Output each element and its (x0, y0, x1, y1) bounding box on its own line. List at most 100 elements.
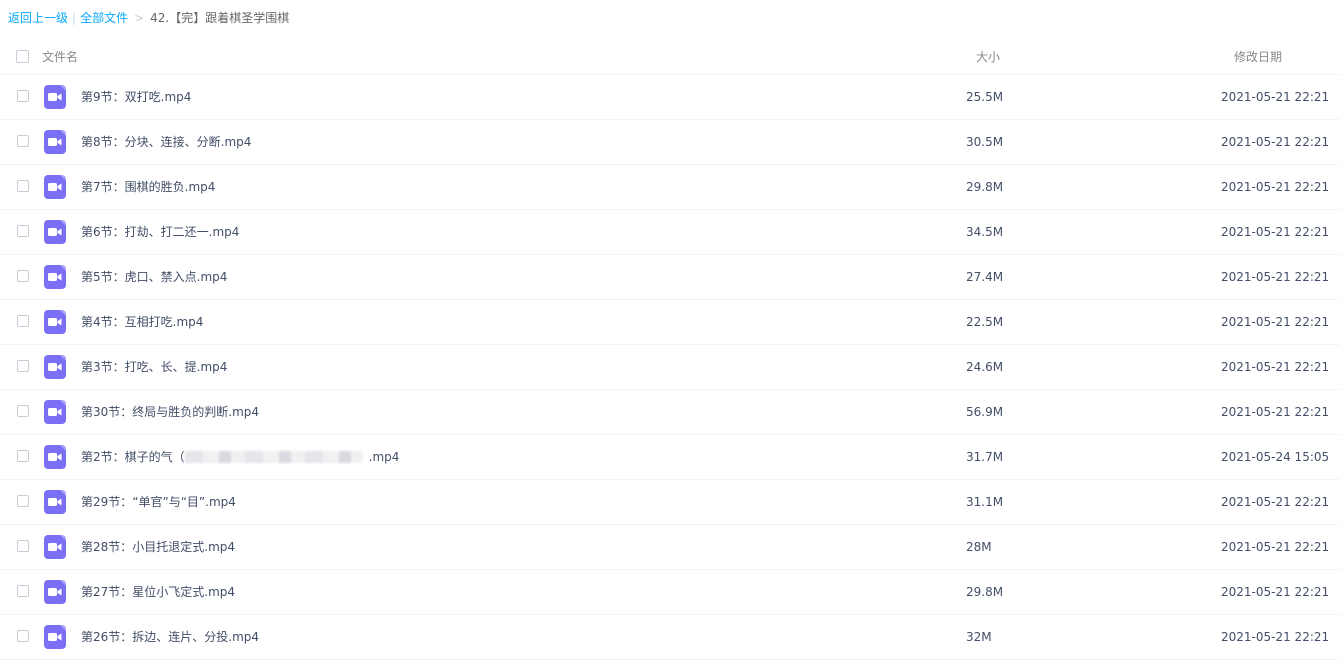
file-checkbox[interactable] (17, 585, 29, 597)
file-name[interactable]: 第2节：棋子的气（ .mp4 (81, 449, 399, 465)
file-checkbox[interactable] (17, 630, 29, 642)
file-name[interactable]: 第27节：星位小飞定式.mp4 (81, 584, 235, 600)
video-file-icon (44, 625, 66, 649)
file-modified-date: 2021-05-21 22:21 (1221, 225, 1330, 239)
redacted-text (184, 450, 363, 463)
file-modified-date: 2021-05-21 22:21 (1221, 585, 1330, 599)
file-row[interactable]: 第4节：互相打吃.mp4 22.5M 2021-05-21 22:21 (0, 300, 1340, 345)
file-modified-date: 2021-05-21 22:21 (1221, 360, 1330, 374)
file-name-text: 第29节：“单官”与“目”.mp4 (81, 495, 236, 509)
file-list-header: 文件名 大小 修改日期 (0, 38, 1340, 75)
file-name-text: 第27节：星位小飞定式.mp4 (81, 585, 236, 599)
file-row[interactable]: 第6节：打劫、打二还一.mp4 34.5M 2021-05-21 22:21 (0, 210, 1340, 255)
video-file-icon (44, 175, 66, 199)
file-size: 32M (966, 630, 992, 644)
file-size: 34.5M (966, 225, 1004, 239)
file-size: 24.6M (966, 360, 1004, 374)
file-checkbox[interactable] (17, 180, 29, 192)
file-row[interactable]: 第9节：双打吃.mp4 25.5M 2021-05-21 22:21 (0, 75, 1340, 120)
file-size: 31.7M (966, 450, 1004, 464)
file-checkbox[interactable] (17, 270, 29, 282)
file-name[interactable]: 第7节：围棋的胜负.mp4 (81, 179, 215, 195)
video-file-icon (44, 85, 66, 109)
file-checkbox[interactable] (17, 495, 29, 507)
file-size: 29.8M (966, 585, 1004, 599)
file-row[interactable]: 第30节：终局与胜负的判断.mp4 56.9M 2021-05-21 22:21 (0, 390, 1340, 435)
file-modified-date: 2021-05-21 22:21 (1221, 270, 1330, 284)
file-modified-date: 2021-05-21 22:21 (1221, 540, 1330, 554)
file-modified-date: 2021-05-21 22:21 (1221, 630, 1330, 644)
file-name-text: 第9节：双打吃.mp4 (81, 90, 192, 104)
select-all-checkbox[interactable] (16, 50, 29, 63)
file-name-text: 第5节：虎口、禁入点.mp4 (81, 270, 228, 284)
file-name-text: 第4节：互相打吃.mp4 (81, 315, 204, 329)
file-modified-date: 2021-05-21 22:21 (1221, 180, 1330, 194)
file-modified-date: 2021-05-21 22:21 (1221, 405, 1330, 419)
video-file-icon (44, 490, 66, 514)
video-file-icon (44, 130, 66, 154)
file-name[interactable]: 第4节：互相打吃.mp4 (81, 314, 203, 330)
file-name[interactable]: 第3节：打吃、长、提.mp4 (81, 359, 227, 375)
video-file-icon (44, 355, 66, 379)
file-row[interactable]: 第7节：围棋的胜负.mp4 29.8M 2021-05-21 22:21 (0, 165, 1340, 210)
video-file-icon (44, 535, 66, 559)
column-header-name[interactable]: 文件名 (42, 48, 78, 65)
all-files-link[interactable]: 全部文件 (80, 11, 128, 25)
video-file-icon (44, 310, 66, 334)
file-checkbox[interactable] (17, 360, 29, 372)
file-checkbox[interactable] (17, 90, 29, 102)
file-name[interactable]: 第5节：虎口、禁入点.mp4 (81, 269, 227, 285)
file-name-text: 第26节：拆边、连片、分投.mp4 (81, 630, 260, 644)
file-row[interactable]: 第5节：虎口、禁入点.mp4 27.4M 2021-05-21 22:21 (0, 255, 1340, 300)
file-size: 30.5M (966, 135, 1004, 149)
video-file-icon (44, 265, 66, 289)
file-name-text: 第6节：打劫、打二还一.mp4 (81, 225, 240, 239)
file-name[interactable]: 第26节：拆边、连片、分投.mp4 (81, 629, 259, 645)
file-name-text: 第8节：分块、连接、分断.mp4 (81, 135, 252, 149)
file-row[interactable]: 第8节：分块、连接、分断.mp4 30.5M 2021-05-21 22:21 (0, 120, 1340, 165)
file-size: 29.8M (966, 180, 1004, 194)
file-list: 第9节：双打吃.mp4 25.5M 2021-05-21 22:21 第8节：分块、连… (0, 75, 1340, 660)
file-name-text: 第30节：终局与胜负的判断.mp4 (81, 405, 260, 419)
file-row[interactable]: 第27节：星位小飞定式.mp4 29.8M 2021-05-21 22:21 (0, 570, 1340, 615)
video-file-icon (44, 400, 66, 424)
file-name-text: 第2节：棋子的气（ (81, 450, 185, 464)
video-file-icon (44, 580, 66, 604)
file-name[interactable]: 第28节：小目托退定式.mp4 (81, 539, 235, 555)
file-checkbox[interactable] (17, 135, 29, 147)
file-modified-date: 2021-05-21 22:21 (1221, 495, 1330, 509)
file-name[interactable]: 第8节：分块、连接、分断.mp4 (81, 134, 251, 150)
file-name-text: 第3节：打吃、长、提.mp4 (81, 360, 228, 374)
file-checkbox[interactable] (17, 315, 29, 327)
file-size: 28M (966, 540, 992, 554)
file-size: 31.1M (966, 495, 1004, 509)
file-name[interactable]: 第9节：双打吃.mp4 (81, 89, 191, 105)
file-checkbox[interactable] (17, 450, 29, 462)
file-modified-date: 2021-05-21 22:21 (1221, 90, 1330, 104)
file-name-text: 第28节：小目托退定式.mp4 (81, 540, 236, 554)
file-row[interactable]: 第3节：打吃、长、提.mp4 24.6M 2021-05-21 22:21 (0, 345, 1340, 390)
file-checkbox[interactable] (17, 540, 29, 552)
back-link[interactable]: 返回上一级 (8, 11, 68, 25)
file-name[interactable]: 第29节：“单官”与“目”.mp4 (81, 494, 236, 510)
file-name-text: 第7节：围棋的胜负.mp4 (81, 180, 216, 194)
breadcrumb-arrow-icon: > (134, 11, 145, 25)
file-size: 27.4M (966, 270, 1004, 284)
file-name[interactable]: 第30节：终局与胜负的判断.mp4 (81, 404, 259, 420)
file-row[interactable]: 第2节：棋子的气（ .mp4 31.7M 2021-05-24 15:05 (0, 435, 1340, 480)
file-name-suffix: .mp4 (368, 450, 400, 464)
breadcrumb: 返回上一级 | 全部文件 >42.【完】跟着棋圣学围棋 (8, 9, 289, 27)
current-folder: 42.【完】跟着棋圣学围棋 (150, 11, 290, 25)
breadcrumb-divider: | (72, 11, 77, 25)
file-checkbox[interactable] (17, 405, 29, 417)
column-header-size[interactable]: 大小 (976, 48, 1000, 65)
file-size: 22.5M (966, 315, 1004, 329)
file-checkbox[interactable] (17, 225, 29, 237)
file-size: 25.5M (966, 90, 1004, 104)
file-row[interactable]: 第26节：拆边、连片、分投.mp4 32M 2021-05-21 22:21 (0, 615, 1340, 660)
file-modified-date: 2021-05-24 15:05 (1221, 450, 1330, 464)
file-row[interactable]: 第29节：“单官”与“目”.mp4 31.1M 2021-05-21 22:21 (0, 480, 1340, 525)
column-header-date[interactable]: 修改日期 (1234, 48, 1282, 65)
file-name[interactable]: 第6节：打劫、打二还一.mp4 (81, 224, 239, 240)
file-row[interactable]: 第28节：小目托退定式.mp4 28M 2021-05-21 22:21 (0, 525, 1340, 570)
